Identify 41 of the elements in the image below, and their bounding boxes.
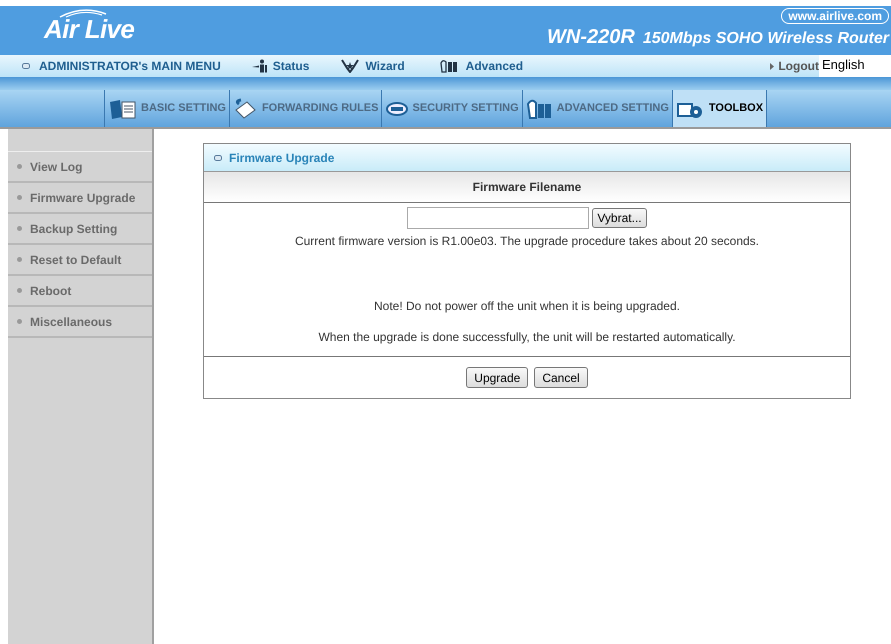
- version-text: Current firmware version is R1.00e03. The upgrade procedure takes about 20 seconds.: [294, 233, 760, 250]
- logo-swoosh-icon: [58, 8, 108, 18]
- language-select[interactable]: English: [819, 55, 891, 77]
- books-icon: [440, 59, 460, 73]
- nav-tab[interactable]: TOOLBOX: [672, 90, 768, 127]
- panel-bullet-icon: [214, 154, 222, 160]
- sidebar-item[interactable]: Backup Setting: [8, 214, 152, 245]
- product-name: 150Mbps SOHO Wireless Router: [642, 29, 889, 49]
- action-button[interactable]: Upgrade: [466, 367, 528, 388]
- sidebar-item[interactable]: View Log: [8, 152, 152, 183]
- panel-title: Firmware Upgrade: [229, 150, 334, 166]
- logout-link[interactable]: Logout: [778, 57, 819, 75]
- sidebar-item[interactable]: Firmware Upgrade: [8, 183, 152, 214]
- bullet-icon: [17, 195, 22, 200]
- action-button[interactable]: Cancel: [534, 367, 588, 388]
- bullet-icon: [17, 226, 22, 231]
- bullet-icon: [17, 164, 22, 169]
- arrow-icon: [770, 62, 774, 70]
- folder-icon: [108, 98, 138, 120]
- bullet-icon: [17, 319, 22, 324]
- menu-bullet-icon: [22, 63, 30, 69]
- menu-link[interactable]: Advanced: [466, 57, 524, 75]
- sidebar-item[interactable]: Reboot: [8, 276, 152, 307]
- bullet-icon: [17, 257, 22, 262]
- browse-button[interactable]: Vybrat...: [592, 208, 647, 228]
- sidebar-item[interactable]: Miscellaneous: [8, 307, 152, 338]
- model-name: WN-220R: [547, 26, 635, 48]
- person-icon: [250, 59, 267, 73]
- logo: Air Live: [44, 16, 134, 42]
- website-link[interactable]: www.airlive.com: [781, 8, 889, 24]
- wizard-icon: [341, 59, 360, 73]
- restart-text: When the upgrade is done successfully, the unit will be restarted automatically.: [318, 329, 736, 346]
- column-header: Firmware Filename: [472, 179, 582, 196]
- main-menu-title: ADMINISTRATOR's MAIN MENU: [39, 58, 221, 75]
- file-field[interactable]: [407, 207, 590, 229]
- note-text: Note! Do not power off the unit when it is being upgraded.: [374, 298, 680, 315]
- sidebar-item[interactable]: Reset to Default: [8, 245, 152, 276]
- books-icon: [526, 98, 554, 120]
- menu-link[interactable]: Wizard: [365, 57, 405, 75]
- bullet-icon: [17, 288, 22, 293]
- menu-link[interactable]: Status: [272, 57, 310, 75]
